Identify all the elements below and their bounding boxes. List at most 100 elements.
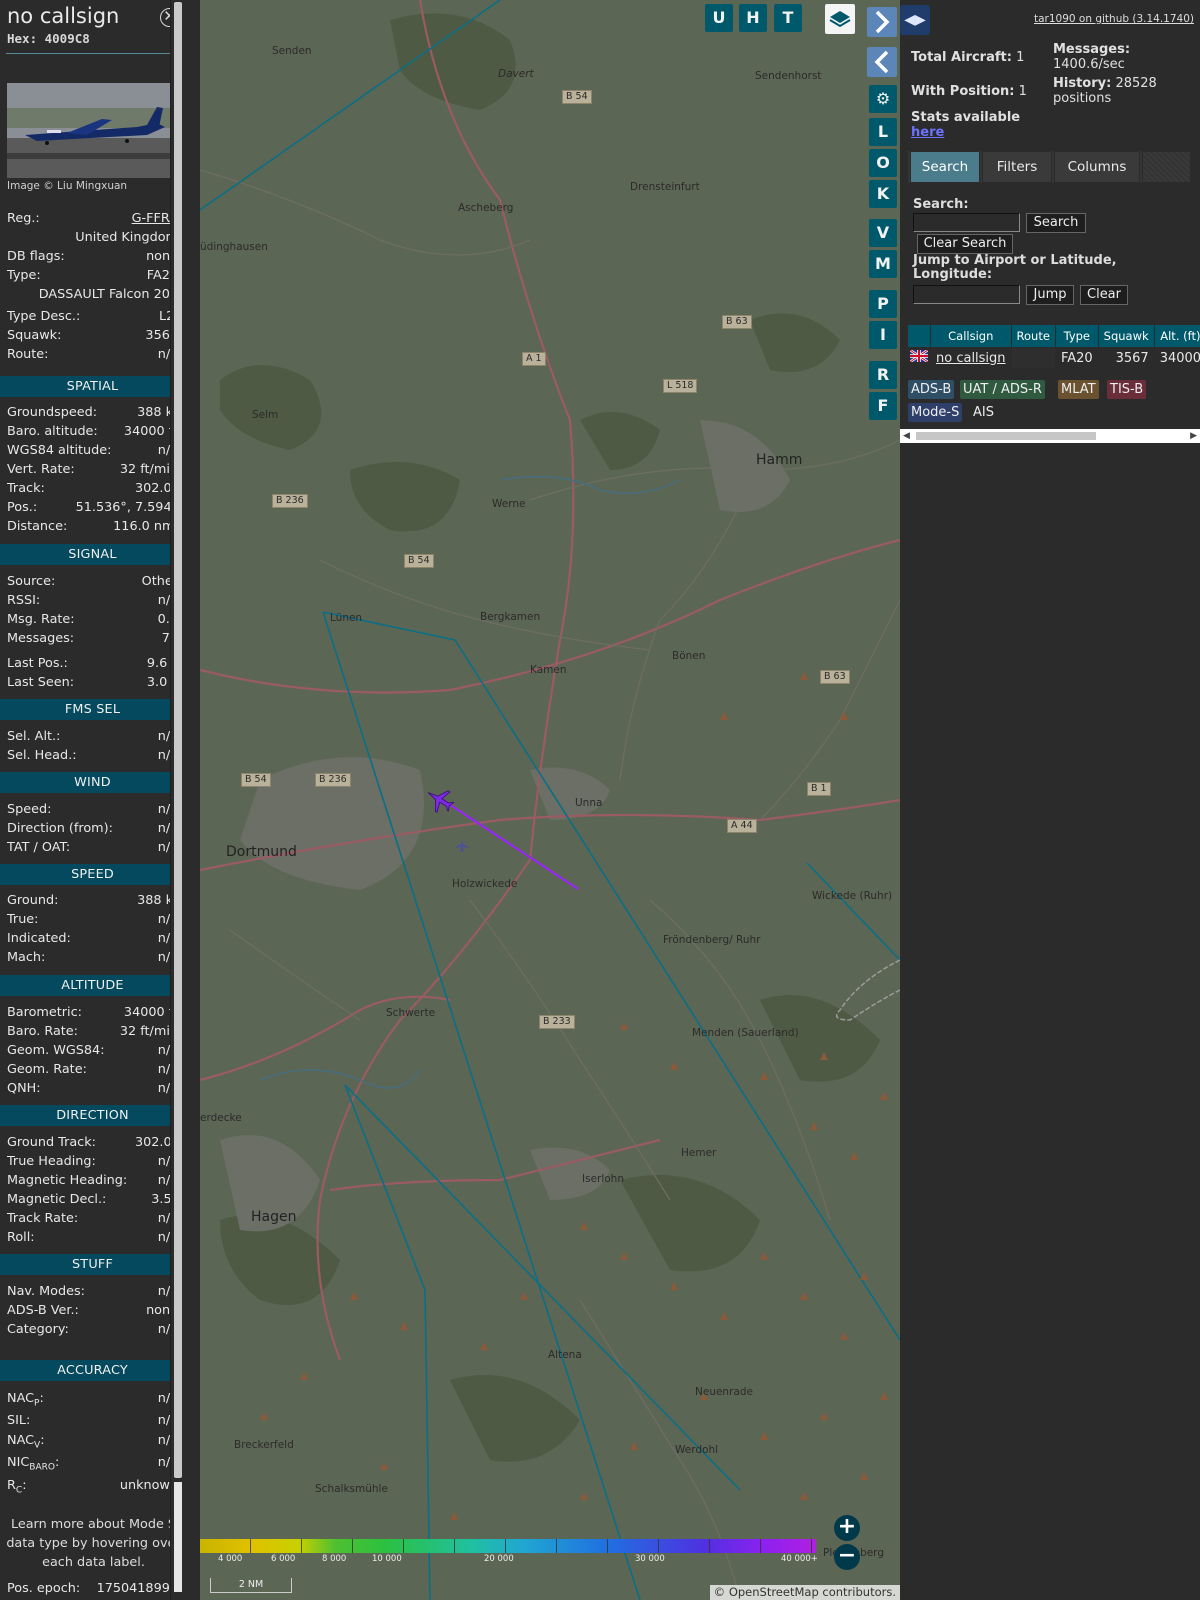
info-row: True Heading: n/a: [7, 1154, 178, 1172]
info-row: Geom. WGS84: n/a: [7, 1043, 178, 1061]
typedesc-row: Type Desc.: L2J: [7, 309, 178, 327]
version-link[interactable]: tar1090 on github (3.14.1740): [1034, 13, 1194, 25]
route-row: Route: n/a: [7, 347, 178, 365]
map-button-r[interactable]: R: [869, 361, 897, 389]
aircraft-info-panel: no callsign ✕ Hex: 4009C8 Image © Liu Mi…: [0, 0, 185, 1600]
info-row: Track Rate: n/a: [7, 1211, 178, 1229]
map-button-p[interactable]: P: [869, 290, 897, 318]
info-label: Source:: [7, 574, 56, 589]
osm-link[interactable]: OpenStreetMap: [729, 1585, 819, 1599]
tab-filler: [1142, 151, 1191, 183]
stats-link[interactable]: here: [911, 125, 944, 140]
row-type: FA20: [1054, 347, 1099, 369]
column-header-type[interactable]: Type: [1054, 324, 1099, 348]
scale-tick-label: 20 000: [484, 1554, 514, 1564]
legend-modes: Mode-S: [908, 403, 963, 422]
jump-input[interactable]: [913, 285, 1020, 304]
info-row: Roll: n/a: [7, 1230, 178, 1248]
info-row: Magnetic Decl.: 3.5°: [7, 1192, 178, 1210]
row-callsign[interactable]: no callsign: [930, 347, 1012, 369]
map-button-f[interactable]: F: [869, 392, 897, 420]
search-button[interactable]: Search: [1026, 213, 1086, 233]
map-label: Breckerfeld: [234, 1439, 294, 1451]
map-button-o[interactable]: O: [869, 149, 897, 177]
info-value: 51.536°, 7.594°: [75, 500, 178, 515]
route-label: Route:: [7, 347, 49, 362]
scroll-right-icon[interactable]: ▶: [1190, 429, 1197, 443]
info-label: Last Pos.:: [7, 656, 68, 671]
column-header-squawk[interactable]: Squawk: [1097, 324, 1155, 348]
jump-label: Jump to Airport or Latitude, Longitude:: [913, 253, 1117, 282]
info-scrollbar[interactable]: [170, 0, 185, 1600]
pos-epoch-row: Pos. epoch: 1750418995: [7, 1581, 178, 1599]
map-button-m[interactable]: M: [869, 250, 897, 278]
info-row: Sel. Head.: n/a: [7, 748, 178, 766]
expand-collapse-icon[interactable]: ◀▶: [900, 5, 930, 35]
info-label: Sel. Alt.:: [7, 729, 61, 744]
jump-button[interactable]: Jump: [1026, 285, 1074, 305]
info-label: Roll:: [7, 1230, 35, 1245]
info-row: TAT / OAT: n/a: [7, 840, 178, 858]
table-horizontal-scrollbar[interactable]: ◀ ▶: [900, 429, 1200, 443]
column-header-callsign[interactable]: Callsign: [930, 324, 1012, 348]
column-header-altitude[interactable]: Alt. (ft): [1153, 324, 1200, 348]
info-label: Mach:: [7, 950, 46, 965]
map-attribution: © OpenStreetMap contributors.: [709, 1585, 900, 1600]
map-button-v[interactable]: V: [869, 219, 897, 247]
tab-search[interactable]: Search: [910, 151, 980, 183]
info-label: Distance:: [7, 519, 68, 534]
row-altitude: 34000: [1153, 347, 1200, 369]
info-label: NACV:: [7, 1433, 45, 1451]
aircraft-table: Callsign Route Type Squawk Alt. (ft) S n…: [907, 324, 1200, 369]
info-row: Speed: n/a: [7, 802, 178, 820]
column-header-route[interactable]: Route: [1010, 324, 1056, 348]
tab-bar: Search Filters Columns: [908, 151, 1191, 183]
info-label: Messages:: [7, 631, 75, 646]
info-label: Barometric:: [7, 1005, 82, 1020]
tab-columns[interactable]: Columns: [1054, 151, 1140, 183]
legend-tisb: TIS-B: [1107, 380, 1147, 399]
reg-row: Reg.: G-FFRA: [7, 211, 178, 229]
info-label: WGS84 altitude:: [7, 443, 112, 458]
map-button-u[interactable]: U: [705, 4, 733, 32]
map-button-h[interactable]: H: [739, 4, 767, 32]
map-button-i[interactable]: I: [869, 321, 897, 349]
info-row: True: n/a: [7, 912, 178, 930]
gear-icon[interactable]: ⚙: [869, 85, 897, 113]
road-label: B 63: [722, 315, 752, 329]
info-row: Ground: 388 kt: [7, 893, 178, 911]
aircraft-photo[interactable]: [7, 83, 178, 178]
info-label: SIL:: [7, 1413, 31, 1428]
info-label: Msg. Rate:: [7, 612, 75, 627]
map-button-l[interactable]: L: [869, 118, 897, 146]
column-header-flag[interactable]: [907, 324, 931, 348]
type-name-row: DASSAULT Falcon 200: [7, 287, 178, 305]
map-button-t[interactable]: T: [774, 4, 802, 32]
dbflags-row: DB flags: none: [7, 249, 178, 267]
info-label: QNH:: [7, 1081, 41, 1096]
section-speed: SPEED: [0, 864, 185, 885]
map-label: Altena: [548, 1349, 582, 1361]
table-row[interactable]: no callsign FA20 3567 34000: [907, 347, 1200, 369]
layers-icon[interactable]: [825, 4, 855, 34]
search-input[interactable]: [913, 213, 1020, 232]
map-button-k[interactable]: K: [869, 180, 897, 208]
info-row: Distance: 116.0 nmi: [7, 519, 178, 537]
map-label: Holzwickede: [452, 878, 518, 890]
clear-button[interactable]: Clear: [1080, 285, 1128, 305]
scroll-left-icon[interactable]: ◀: [903, 429, 910, 443]
tab-filters[interactable]: Filters: [982, 151, 1052, 183]
chevron-left-icon[interactable]: [867, 47, 897, 77]
zoom-in-icon[interactable]: +: [834, 1515, 860, 1541]
info-label: Track:: [7, 481, 45, 496]
map[interactable]: Senden Sendenhorst Davert Ascheberg Dren…: [200, 0, 900, 1600]
map-label: Bönen: [672, 650, 706, 662]
zoom-out-icon[interactable]: −: [834, 1544, 860, 1570]
section-fms-sel: FMS SEL: [0, 699, 185, 720]
with-position-stat: With Position: 1: [911, 84, 1027, 99]
type-label: Type:: [7, 268, 41, 283]
chevron-right-icon[interactable]: [867, 7, 897, 37]
legend-mlat: MLAT: [1058, 380, 1099, 399]
clear-search-button[interactable]: Clear Search: [917, 234, 1013, 254]
map-label: Ascheberg: [458, 202, 514, 214]
